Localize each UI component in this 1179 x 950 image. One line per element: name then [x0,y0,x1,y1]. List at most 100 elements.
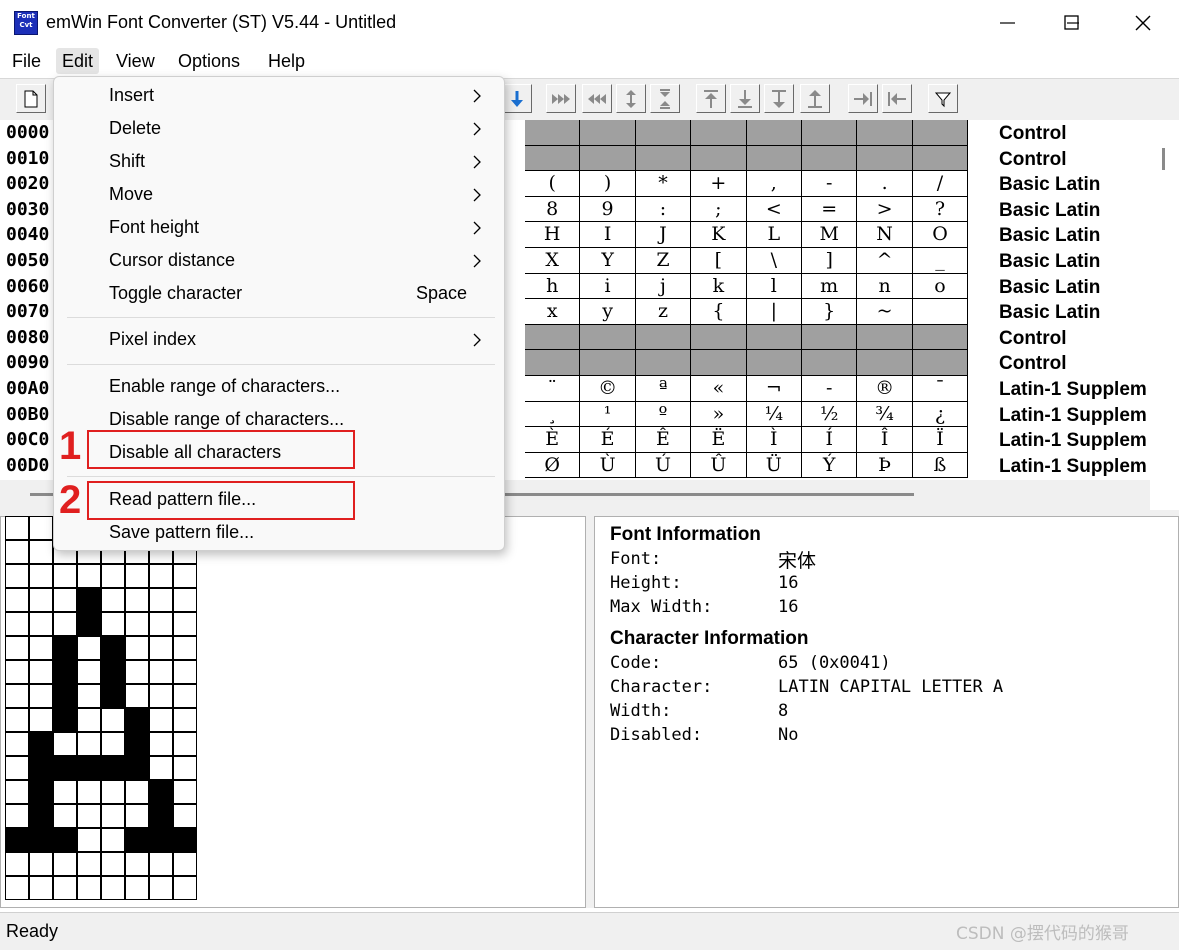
pixel[interactable] [53,660,77,684]
pixel[interactable] [77,636,101,660]
char-cell[interactable]: < [746,196,802,223]
pixel[interactable] [5,612,29,636]
char-cell[interactable]: ¬ [746,376,802,402]
char-cell[interactable]: ¸ [525,401,581,428]
char-cell[interactable] [912,324,969,351]
char-cell[interactable]: Ü [746,452,802,479]
char-cell[interactable]: / [912,171,969,197]
menu-item-cursor-distance[interactable]: Cursor distance [109,250,235,271]
char-cell[interactable] [691,145,747,172]
char-cell[interactable]: ¨ [525,376,581,402]
char-cell[interactable]: ® [857,376,913,402]
char-cell[interactable]: j [635,273,692,300]
pixel[interactable] [149,756,173,780]
char-cell[interactable]: ^ [857,248,913,274]
char-cell[interactable]: © [580,376,636,402]
menu-help[interactable]: Help [262,48,311,74]
char-cell[interactable]: { [691,299,747,325]
pixel[interactable] [5,564,29,588]
char-cell[interactable]: Ê [635,427,692,453]
char-cell[interactable] [635,120,692,146]
move-bottom-button[interactable] [730,84,760,113]
char-cell[interactable]: - [802,171,858,197]
char-cell[interactable]: } [802,299,858,325]
pixel[interactable] [53,732,77,756]
pixel[interactable] [173,780,197,804]
char-cell[interactable] [746,145,802,172]
pixel[interactable] [53,852,77,876]
char-cell[interactable] [746,324,802,351]
pixel[interactable] [29,876,53,900]
pixel[interactable] [77,660,101,684]
pixel[interactable] [53,636,77,660]
char-cell[interactable]: ¯ [912,376,969,402]
char-cell[interactable] [912,350,969,376]
pixel[interactable] [29,828,53,852]
char-cell[interactable]: m [802,273,858,300]
pixel[interactable] [53,564,77,588]
char-cell[interactable]: h [525,273,581,300]
pixel[interactable] [53,684,77,708]
pixel[interactable] [29,732,53,756]
pixel[interactable] [149,636,173,660]
pixel[interactable] [29,564,53,588]
menu-item-save-pattern-file[interactable]: Save pattern file... [109,522,254,543]
rewind-button[interactable] [582,84,612,113]
pixel[interactable] [77,564,101,588]
pixel[interactable] [77,852,101,876]
pixel[interactable] [5,660,29,684]
char-cell[interactable] [635,350,692,376]
pixel[interactable] [29,588,53,612]
pixel[interactable] [173,732,197,756]
char-cell[interactable]: ; [691,196,747,223]
pixel[interactable] [173,756,197,780]
char-cell[interactable]: Y [580,248,636,274]
pixel[interactable] [149,564,173,588]
char-cell[interactable] [691,120,747,146]
pixel[interactable] [5,516,29,540]
char-cell[interactable]: + [691,171,747,197]
char-cell[interactable] [857,120,913,146]
char-cell[interactable]: l [746,273,802,300]
pixel[interactable] [125,684,149,708]
char-cell[interactable] [802,350,858,376]
pixel[interactable] [125,876,149,900]
char-cell[interactable] [912,120,969,146]
pixel[interactable] [149,660,173,684]
char-cell[interactable]: È [525,427,581,453]
char-cell[interactable]: » [691,401,747,428]
menu-item-pixel-index[interactable]: Pixel index [109,329,196,350]
shrink-vertical-button[interactable] [650,84,680,113]
char-cell[interactable] [635,324,692,351]
char-cell[interactable]: , [746,171,802,197]
char-cell[interactable] [746,120,802,146]
char-cell[interactable] [525,120,581,146]
move-down-button[interactable] [800,84,830,113]
menu-view[interactable]: View [110,48,161,74]
menu-item-font-height[interactable]: Font height [109,217,199,238]
pixel[interactable] [5,804,29,828]
char-cell[interactable]: Þ [857,452,913,479]
pixel[interactable] [149,684,173,708]
move-left-button[interactable] [882,84,912,113]
char-cell[interactable]: - [802,376,858,402]
pixel[interactable] [5,852,29,876]
pixel[interactable] [149,732,173,756]
char-cell[interactable]: Ë [691,427,747,453]
char-cell[interactable]: Í [802,427,858,453]
pixel[interactable] [5,828,29,852]
char-cell[interactable]: Î [857,427,913,453]
char-cell[interactable]: Ø [525,452,581,479]
char-cell[interactable]: ) [580,171,636,197]
pixel[interactable] [77,684,101,708]
char-cell[interactable]: * [635,171,692,197]
char-cell[interactable] [857,145,913,172]
pixel[interactable] [125,804,149,828]
char-cell[interactable]: K [691,222,747,248]
pixel[interactable] [101,804,125,828]
pixel[interactable] [5,708,29,732]
char-cell[interactable] [691,350,747,376]
pixel[interactable] [125,636,149,660]
pixel[interactable] [101,708,125,732]
char-cell[interactable] [802,145,858,172]
